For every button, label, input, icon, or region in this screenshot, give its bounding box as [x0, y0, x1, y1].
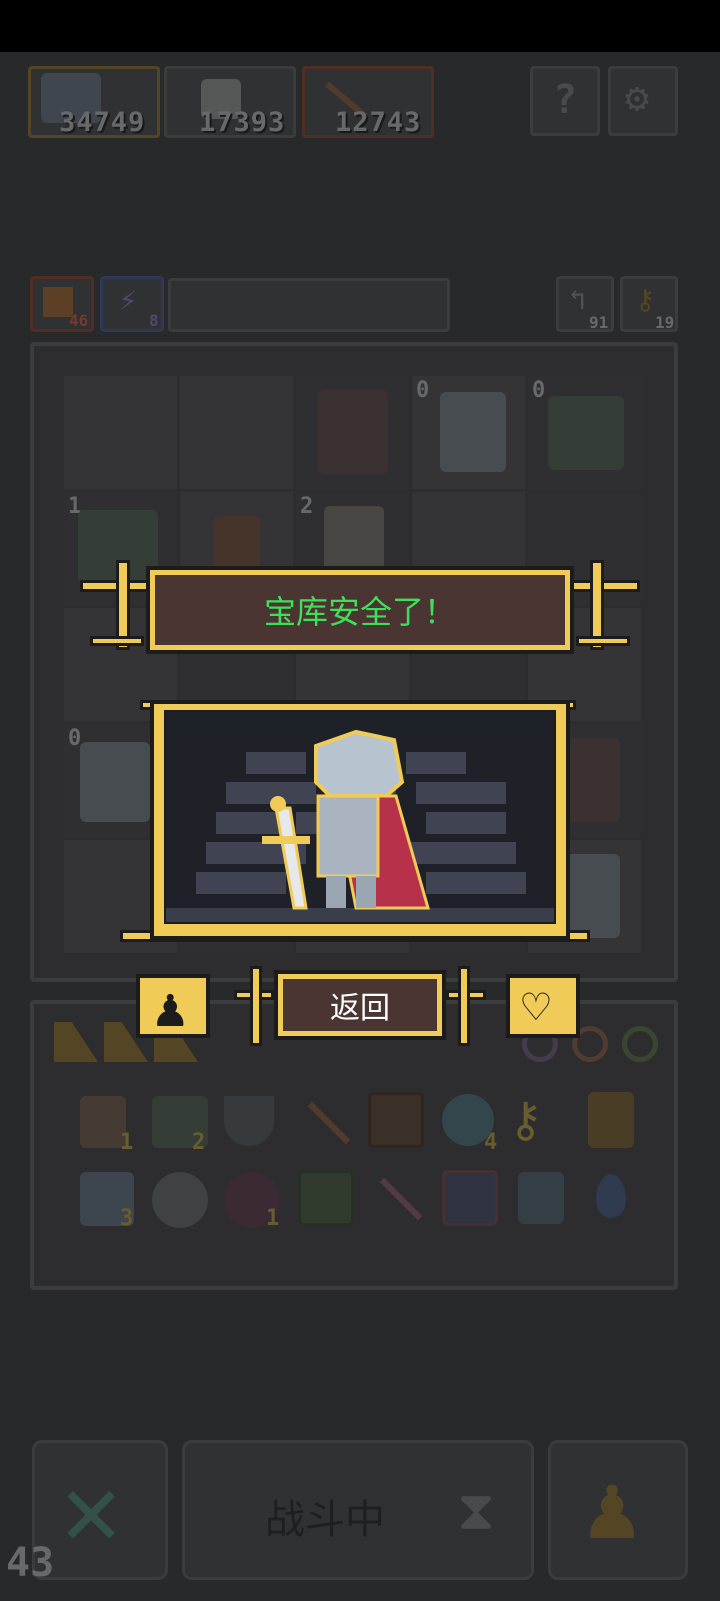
heart-dialog-button[interactable]: ♡	[506, 974, 580, 1038]
status-bar	[0, 0, 720, 52]
banner-post	[90, 636, 144, 646]
back-label: 返回	[330, 991, 390, 1026]
dialog-scene	[164, 710, 556, 924]
pawn-icon: ♟	[154, 976, 187, 1039]
heart-gem-icon: ♡	[522, 980, 550, 1034]
banner-post	[576, 636, 630, 646]
dialog-title: 宝库安全了！	[263, 593, 456, 631]
armored-knight-icon	[262, 729, 430, 910]
dialog-scene-frame	[150, 700, 570, 940]
back-button[interactable]: 返回	[278, 974, 442, 1036]
button-pillar	[250, 966, 262, 1046]
banner-post	[568, 580, 640, 592]
dialog-title-box: 宝库安全了！	[150, 570, 570, 650]
pawn-dialog-button[interactable]: ♟	[136, 974, 210, 1039]
button-pillar	[458, 966, 470, 1046]
back-button-frame: 返回	[234, 966, 486, 1050]
dialog-title-banner: 宝库安全了！	[80, 560, 640, 650]
